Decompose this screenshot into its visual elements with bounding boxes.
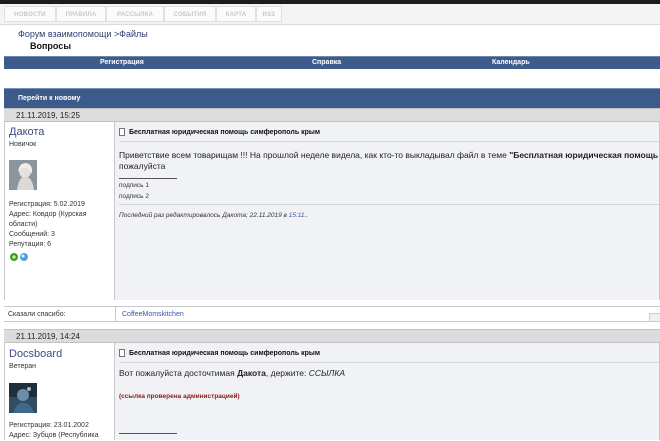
user-address-cont: области) — [9, 221, 38, 228]
document-icon — [119, 349, 125, 357]
post-body: Приветствие всем товарищам !!! На прошло… — [119, 150, 658, 172]
thanks-divider — [115, 306, 116, 322]
jump-to-new-bar[interactable]: Перейти к новому — [4, 88, 660, 108]
thanks-user-link[interactable]: CoffeeMomskitchen — [122, 311, 184, 318]
post-title-divider — [119, 362, 659, 363]
signature-line-2: подпись 2 — [119, 193, 149, 200]
user-post-count: Сообщений: 3 — [9, 231, 55, 238]
username[interactable]: Docsboard — [9, 348, 62, 360]
avatar[interactable] — [9, 383, 37, 413]
reputation-star-icon — [10, 253, 18, 261]
user-address: Адрес: Ковдор (Курская — [9, 211, 87, 218]
edit-note: Последний раз редактировалось Дакота; 22… — [119, 212, 308, 219]
post-body-line2: пожалуйста — [119, 161, 166, 171]
menu-registration[interactable]: Регистрация — [100, 57, 144, 69]
post-body-bold[interactable]: Дакота — [237, 368, 266, 378]
user-reputation: Репутация: 6 — [9, 241, 52, 248]
post-link[interactable]: ССЫЛКА — [309, 368, 345, 378]
post-title-divider — [119, 141, 659, 142]
signature-line-1: подпись 1 — [119, 182, 149, 189]
post-date: 21.11.2019, 14:24 — [16, 332, 80, 341]
post-title: Бесплатная юридическая помощь симферопол… — [119, 349, 320, 357]
signature-divider — [119, 433, 177, 434]
user-registration: Регистрация: 23.01.2002 — [9, 422, 89, 429]
nav-mailing[interactable]: РАССЫЛКА — [106, 6, 164, 22]
thanks-label: Сказали спасибо: — [8, 311, 66, 318]
document-icon — [119, 128, 125, 136]
nav-map[interactable]: КАРТА — [216, 6, 256, 22]
username[interactable]: Дакота — [9, 126, 44, 138]
user-info: Регистрация: 5.02.2019 Адрес: Ковдор (Ку… — [9, 200, 113, 250]
post-user-panel: Docsboard Ветеран Регистрация: 23.01.200… — [4, 343, 115, 440]
post-title-text: Бесплатная юридическая помощь симферопол… — [129, 128, 321, 136]
post-body-text: Приветствие всем товарищам !!! На прошло… — [119, 150, 510, 160]
post-date-header: 21.11.2019, 15:25 — [4, 108, 660, 122]
post-date-header: 21.11.2019, 14:24 — [4, 329, 660, 343]
post-date: 21.11.2019, 15:25 — [16, 111, 80, 120]
signature-divider — [119, 178, 177, 179]
post-body-text: Вот пожалуйста досточтимая — [119, 368, 238, 378]
jump-to-new-link[interactable]: Перейти к новому — [18, 95, 80, 102]
post-body: Вот пожалуйста досточтимая Дакота, держи… — [119, 368, 345, 379]
post-title-text: Бесплатная юридическая помощь симферопол… — [129, 349, 321, 357]
avatar[interactable] — [9, 160, 37, 190]
post-body-after: , держите: — [265, 368, 309, 378]
post-title: Бесплатная юридическая помощь симферопол… — [119, 128, 320, 136]
post-content-panel: Бесплатная юридическая помощь симферопол… — [115, 122, 660, 300]
user-registration: Регистрация: 5.02.2019 — [9, 201, 85, 208]
post-user-panel: Дакота Новичок Регистрация: 5.02.2019 Ад… — [4, 122, 115, 300]
post-body-bold: "Бесплатная юридическая помощь — [509, 150, 659, 160]
nav-news[interactable]: НОВОСТИ — [4, 6, 56, 22]
breadcrumb[interactable]: Форум взаимопомощи >Файлы — [18, 29, 148, 39]
top-navigation: НОВОСТИ ПРАВИЛА РАССЫЛКА СОБЫТИЯ КАРТА R… — [0, 4, 660, 25]
nav-events[interactable]: СОБЫТИЯ — [164, 6, 216, 22]
thanks-row: Сказали спасибо: CoffeeMomskitchen — [4, 306, 660, 322]
thanks-button[interactable] — [649, 313, 660, 322]
edit-note-suffix: .. — [304, 212, 309, 219]
user-info: Регистрация: 23.01.2002 Адрес: Зубцов (Р… — [9, 421, 113, 441]
edit-divider — [119, 204, 659, 205]
section-title: Вопросы — [30, 41, 72, 51]
forum-menubar: Регистрация Справка Календарь — [4, 56, 660, 69]
edit-note-text: Последний раз редактировалось Дакота; 22… — [119, 212, 289, 219]
reputation-icons — [10, 253, 28, 261]
nav-rss[interactable]: RSS — [256, 6, 282, 22]
user-rank: Новичок — [9, 141, 37, 148]
user-rank: Ветеран — [9, 363, 37, 370]
edit-time: 15:11 — [288, 212, 305, 219]
online-status-icon — [20, 253, 28, 261]
admin-check-note: (ссылка проверена администрацией) — [119, 393, 240, 400]
nav-rules[interactable]: ПРАВИЛА — [56, 6, 106, 22]
post-content-panel: Бесплатная юридическая помощь симферопол… — [115, 343, 660, 440]
menu-help[interactable]: Справка — [312, 57, 341, 69]
menu-calendar[interactable]: Календарь — [492, 57, 530, 69]
